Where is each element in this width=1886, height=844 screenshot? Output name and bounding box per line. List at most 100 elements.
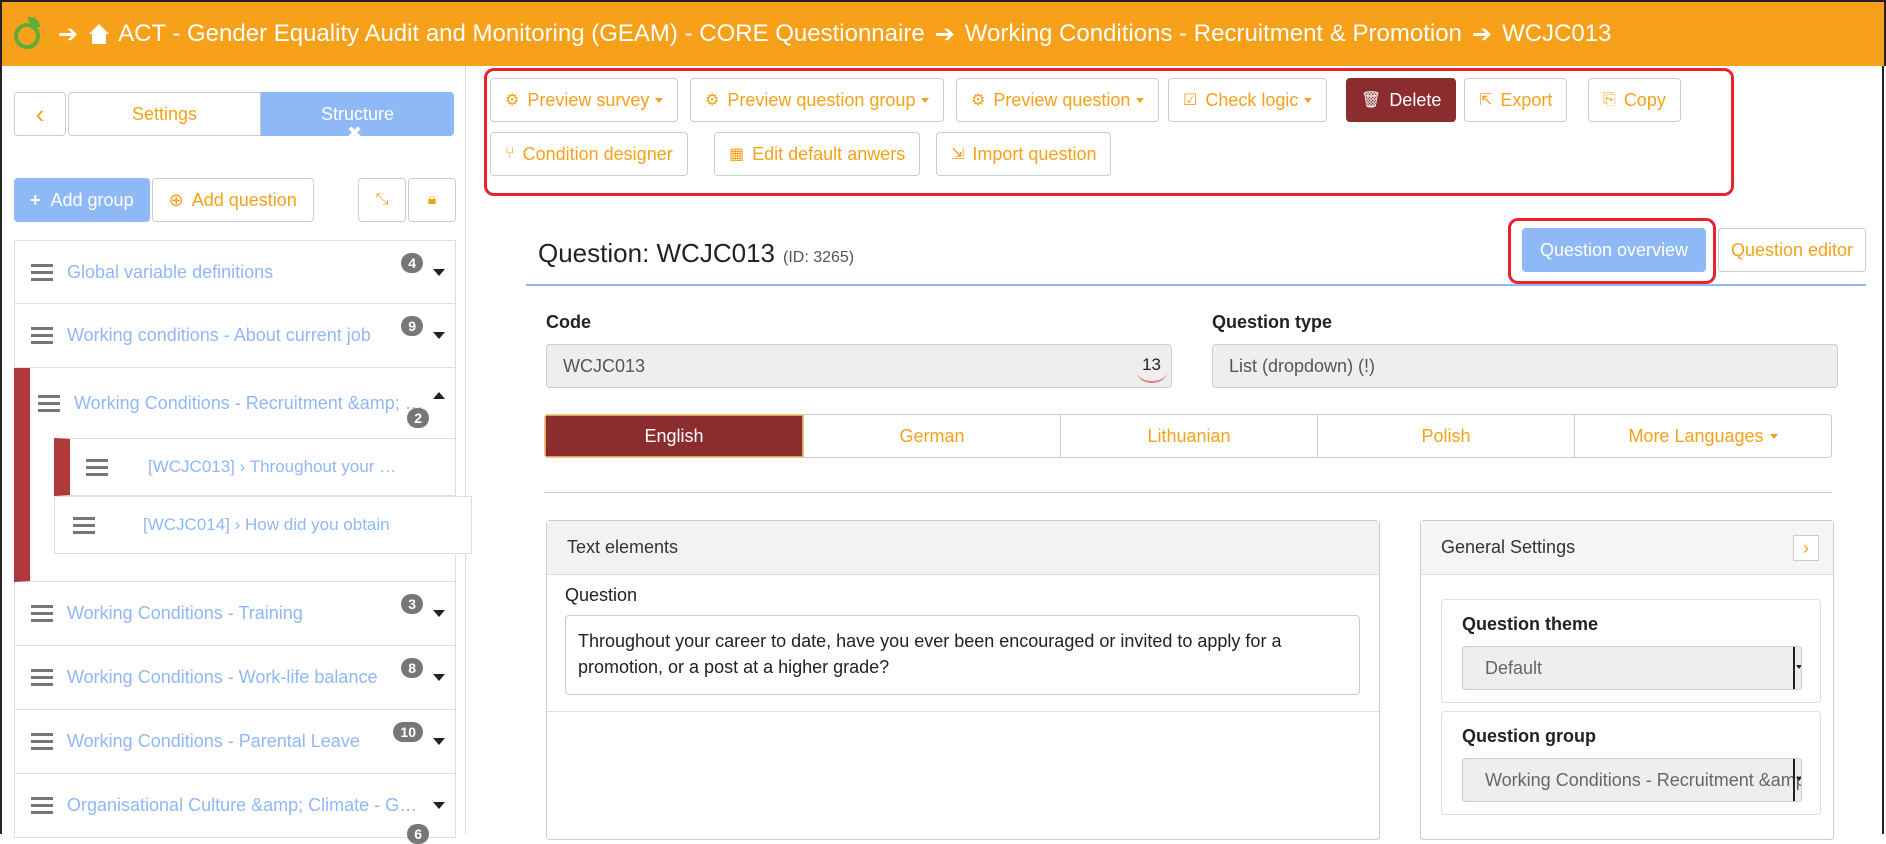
question-text-label: Question (565, 585, 638, 605)
top-navbar: ➔ ACT - Gender Equality Audit and Monito… (0, 0, 1886, 66)
lock-button[interactable]: 🔒︎ (408, 178, 456, 222)
caret-down-icon[interactable] (433, 674, 445, 681)
active-tab-indicator-icon: ✖ (347, 123, 363, 143)
sidebar: ‹ Settings Structure ✖ + Add group ⊕ Add… (0, 66, 472, 844)
question-theme-select[interactable]: Default (1462, 646, 1802, 690)
tab-polish[interactable]: Polish (1317, 415, 1574, 457)
group-label[interactable]: Working Conditions - Work-life balance (67, 667, 377, 688)
question-label[interactable]: [WCJC013] › Throughout your career to da… (148, 457, 398, 477)
question-count-badge: 4 (401, 253, 423, 273)
caret-down-icon[interactable] (433, 738, 445, 745)
question-editor-button[interactable]: Question editor (1718, 228, 1866, 272)
import-icon: ⇲ (951, 146, 965, 163)
question-label[interactable]: [WCJC014] › How did you obtain (143, 515, 390, 535)
breadcrumb-survey[interactable]: ACT - Gender Equality Audit and Monitori… (88, 20, 925, 48)
select-arrow-icon (1793, 647, 1801, 689)
group-label[interactable]: Working Conditions - Training (67, 603, 303, 624)
add-group-button[interactable]: + Add group (14, 178, 150, 222)
caret-down-icon[interactable] (433, 802, 445, 809)
group-item[interactable]: Organisational Culture &amp; Climate - G… (14, 774, 456, 844)
drag-handle-icon[interactable] (31, 260, 53, 285)
drag-handle-icon[interactable] (31, 793, 53, 818)
drag-handle-icon[interactable] (73, 513, 95, 538)
question-item[interactable]: [WCJC014] › How did you obtain (54, 496, 472, 554)
collapse-all-button[interactable]: ⤡ (358, 178, 406, 222)
question-group-select[interactable]: Working Conditions - Recruitment &amp; P… (1462, 758, 1802, 802)
question-count-badge: 10 (393, 722, 423, 742)
arrow-right-icon: ➔ (1471, 20, 1492, 48)
chevron-right-icon: › (1803, 537, 1809, 558)
gear-icon: ⚙ (505, 92, 520, 109)
drag-handle-icon[interactable] (31, 729, 53, 754)
group-item[interactable]: Global variable definitions 4 (14, 240, 456, 304)
drag-handle-icon[interactable] (31, 665, 53, 690)
caret-down-icon (1304, 97, 1313, 103)
tab-settings[interactable]: Settings (68, 92, 261, 136)
group-label[interactable]: Working Conditions - Parental Leave (67, 731, 360, 752)
copy-button[interactable]: ⎘ Copy (1588, 78, 1681, 122)
question-title: Question: WCJC013 (538, 238, 775, 268)
group-item[interactable]: Working Conditions - Parental Leave 10 (14, 710, 456, 774)
question-text-field[interactable]: Throughout your career to date, have you… (565, 615, 1360, 695)
question-group-value: Working Conditions - Recruitment &amp; P… (1485, 769, 1801, 790)
drag-handle-icon[interactable] (38, 391, 60, 416)
caret-down-icon[interactable] (433, 332, 445, 339)
expand-settings-button[interactable]: › (1793, 535, 1819, 561)
caret-down-icon (1136, 97, 1145, 103)
sidebar-tabs: ‹ Settings Structure ✖ (14, 92, 454, 143)
breadcrumb-survey-label[interactable]: ACT - Gender Equality Audit and Monitori… (118, 20, 925, 48)
plus-circle-icon: ⊕ (168, 189, 184, 210)
preview-question-group-button[interactable]: ⚙ Preview question group (690, 78, 945, 122)
gear-icon: ⚙ (971, 92, 986, 109)
group-header[interactable]: Working Conditions - Recruitment &amp; P… (30, 368, 455, 438)
export-label: Export (1500, 89, 1553, 110)
tab-german[interactable]: German (803, 415, 1060, 457)
add-question-label: Add question (191, 189, 297, 210)
chevron-left-icon: ‹ (35, 98, 45, 129)
group-label[interactable]: Working Conditions - Recruitment &amp; P… (74, 393, 429, 414)
group-label[interactable]: Organisational Culture &amp; Climate - G… (67, 795, 422, 816)
code-field[interactable]: WCJC013 13 (546, 344, 1172, 388)
export-button[interactable]: ⇱ Export (1464, 78, 1568, 122)
caret-down-icon[interactable] (433, 269, 445, 276)
check-logic-button[interactable]: ☑ Check logic (1168, 78, 1328, 122)
import-question-label: Import question (972, 143, 1097, 164)
group-item[interactable]: Working conditions - About current job 9 (14, 304, 456, 368)
limesurvey-logo[interactable] (10, 15, 48, 53)
question-overview-button[interactable]: Question overview (1522, 228, 1706, 272)
group-item[interactable]: Working Conditions - Work-life balance 8 (14, 646, 456, 710)
import-question-button[interactable]: ⇲ Import question (936, 132, 1112, 176)
tab-english[interactable]: English (545, 415, 803, 457)
drag-handle-icon[interactable] (31, 601, 53, 626)
group-label[interactable]: Working conditions - About current job (67, 325, 371, 346)
question-count-badge: 2 (407, 408, 429, 428)
delete-label: Delete (1389, 89, 1442, 110)
group-label[interactable]: Global variable definitions (67, 262, 273, 283)
preview-question-button[interactable]: ⚙ Preview question (956, 78, 1160, 122)
arrow-right-icon: ➔ (934, 20, 955, 48)
tab-lithuanian[interactable]: Lithuanian (1060, 415, 1317, 457)
add-question-button[interactable]: ⊕ Add question (151, 178, 314, 222)
question-theme-box: Question theme Default (1441, 599, 1821, 703)
edit-default-label: Edit default anwers (752, 143, 906, 164)
question-type-field[interactable]: List (dropdown) (!) (1212, 344, 1838, 388)
condition-designer-button[interactable]: ⑂ Condition designer (490, 132, 688, 176)
preview-survey-button[interactable]: ⚙ Preview survey (490, 78, 679, 122)
delete-button[interactable]: 🗑︎ Delete (1346, 78, 1457, 122)
breadcrumb-question: WCJC013 (1502, 20, 1612, 47)
tab-structure[interactable]: Structure ✖ (261, 92, 454, 143)
question-item-active[interactable]: [WCJC013] › Throughout your career to da… (54, 438, 456, 496)
tab-more-languages[interactable]: More Languages (1574, 415, 1831, 457)
drag-handle-icon[interactable] (86, 455, 108, 480)
caret-down-icon (1769, 433, 1778, 439)
group-item[interactable]: Working Conditions - Training 3 (14, 582, 456, 646)
breadcrumb-group[interactable]: Working Conditions - Recruitment & Promo… (965, 20, 1462, 48)
edit-default-answers-button[interactable]: ▦ Edit default anwers (714, 132, 921, 176)
caret-up-icon[interactable] (433, 392, 445, 399)
preview-survey-label: Preview survey (527, 89, 650, 110)
question-type-value: List (dropdown) (!) (1229, 355, 1376, 376)
collapse-sidebar-button[interactable]: ‹ (14, 92, 66, 136)
drag-handle-icon[interactable] (31, 323, 53, 348)
caret-down-icon (921, 97, 930, 103)
caret-down-icon[interactable] (433, 610, 445, 617)
